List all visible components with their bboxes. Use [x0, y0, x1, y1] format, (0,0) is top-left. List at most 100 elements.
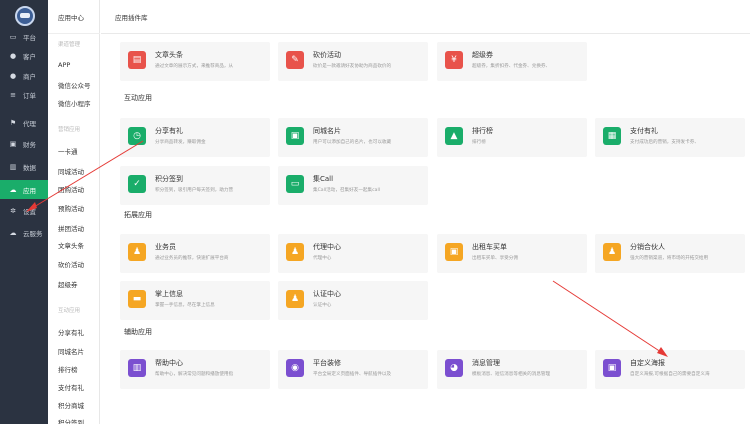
app-card-desc: 支付成功后的营销，支持发卡券、 — [630, 140, 699, 145]
sidebar-item-label: 代理 — [23, 119, 36, 128]
subnav-item[interactable]: 积分签到 — [58, 417, 84, 424]
bargain-icon: ✎ — [286, 51, 304, 69]
app-card[interactable]: ▬ 掌上信息 掌握一手信息，尽在掌上信息 — [120, 281, 270, 320]
app-card[interactable]: ✎ 砍价活动砍价是一款邀请好友协助为商品砍价的 — [278, 42, 428, 81]
app-card[interactable]: ¥ 超级券 超级券，集折扣券、代金券、兑换券、 — [437, 42, 587, 81]
app-card[interactable]: ▭ 集Call 集Call活动，召集好友一起集call — [278, 166, 428, 205]
app-card-desc: 出租车买单、享受分佣 — [472, 256, 518, 261]
subnav-item[interactable]: 超级券 — [58, 279, 78, 289]
app-card-desc: 积分签到，吸引用户每天签到，助力营 — [155, 188, 234, 193]
app-card[interactable]: ♟ 分销合伙人 强大的营销渠道，将市场的开拓交给用 — [595, 234, 745, 273]
app-card-title: 代理中心 — [313, 243, 341, 251]
app-card-title: 帮助中心 — [155, 359, 183, 367]
rank-icon: ▲ — [445, 127, 463, 145]
user-icon: ● — [9, 51, 17, 60]
taxi-icon: ▣ — [445, 243, 463, 261]
app-card-title: 分享有礼 — [155, 127, 183, 135]
poster-icon: ▣ — [603, 359, 621, 377]
app-card[interactable]: ▲ 排行榜 排行榜 — [437, 118, 587, 157]
subnav-item[interactable]: 同城活动 — [58, 166, 84, 176]
subnav-item[interactable]: 同城名片 — [58, 346, 84, 356]
app-card[interactable]: ◕ 消息管理模板消息、短信消息等相关的消息管理 — [437, 350, 587, 389]
app-card-title: 业务员 — [155, 243, 176, 251]
app-card-desc: 自定义海报,可根据自己的需要自定义海 — [630, 372, 710, 377]
app-card[interactable]: ♟ 业务员 通过业务员的推荐，快速扩展平台商 — [120, 234, 270, 273]
sidebar-item-label: 财务 — [23, 140, 36, 149]
subnav-item[interactable]: 砍价活动 — [58, 259, 84, 269]
app-card-title: 平台装修 — [313, 359, 341, 367]
subnav-item[interactable]: 微信小程序 — [58, 98, 91, 108]
flag-icon: ⚑ — [9, 118, 17, 127]
app-card-desc: 帮助中心，解决常见问题和播放使用指 — [155, 372, 234, 377]
subnav-item[interactable]: 一卡通 — [58, 146, 78, 156]
sidebar-item-label: 客户 — [23, 52, 36, 61]
sidebar-item-label: 商户 — [23, 72, 36, 81]
subnav-item[interactable]: 积分商城 — [58, 400, 84, 410]
app-card[interactable]: ♟ 代理中心 代理中心 — [278, 234, 428, 273]
message-icon: ▬ — [128, 290, 146, 308]
subnav-item[interactable]: 拼团活动 — [58, 223, 84, 233]
app-card[interactable]: ▣ 出租车买单出租车买单、享受分佣 — [437, 234, 587, 273]
sidebar-item-3[interactable]: ≡ 订单 — [0, 85, 48, 104]
sidebar-item-7[interactable]: ☁ 应用 — [0, 180, 48, 199]
logo — [15, 6, 35, 26]
subnav-item[interactable]: 预购活动 — [58, 203, 84, 213]
section-title: 拓展应用 — [124, 211, 152, 219]
list-icon: ≡ — [10, 90, 16, 99]
sidebar-item-4[interactable]: ⚑ 代理 — [0, 113, 48, 132]
sidebar-item-label: 云服务 — [23, 229, 43, 238]
cloud-icon: ☁ — [9, 228, 17, 237]
subnav-group-label: 营销应用 — [58, 127, 81, 133]
call-icon: ▭ — [286, 175, 304, 193]
page-header: 应用插件库 — [101, 0, 750, 34]
sidebar-item-6[interactable]: ▥ 数据 — [0, 157, 48, 176]
app-card[interactable]: ▣ 自定义海报 自定义海报,可根据自己的需要自定义海 — [595, 350, 745, 389]
sidebar-item-label: 数据 — [23, 163, 36, 172]
app-card-title: 超级券 — [472, 51, 493, 59]
subnav-item[interactable]: 排行榜 — [58, 364, 78, 374]
certify-icon: ♟ — [286, 290, 304, 308]
app-card[interactable]: ◷ 分享有礼 分享商品转发，赚取佣金 — [120, 118, 270, 157]
app-card-title: 出租车买单 — [472, 243, 507, 251]
app-card-title: 同城名片 — [313, 127, 341, 135]
gear-icon: ✲ — [10, 206, 16, 215]
app-card-desc: 通过文章的展示方式，来推荐商品，从 — [155, 64, 234, 69]
app-card[interactable]: ✓ 积分签到 积分签到，吸引用户每天签到，助力营 — [120, 166, 270, 205]
app-card-desc: 平台全局定义页面插件、导航插件以及 — [313, 372, 392, 377]
app-card[interactable]: ▣ 同城名片用户可以添加自己的名片，也可以收藏 — [278, 118, 428, 157]
sidebar-item-9[interactable]: ☁ 云服务 — [0, 223, 48, 242]
app-card[interactable]: ▤ 文章头条 通过文章的展示方式，来推荐商品，从 — [120, 42, 270, 81]
coupon-icon: ¥ — [445, 51, 463, 69]
sidebar-item-0[interactable]: ▭ 平台 — [0, 27, 48, 46]
subnav-item[interactable]: 团购活动 — [58, 184, 84, 194]
app-card-title: 认证中心 — [313, 290, 341, 298]
app-card-title: 集Call — [313, 175, 334, 183]
app-card-desc: 掌握一手信息，尽在掌上信息 — [155, 303, 215, 308]
page-title: 应用插件库 — [115, 13, 148, 22]
app-card[interactable]: ▥ 帮助中心 帮助中心，解决常见问题和播放使用指 — [120, 350, 270, 389]
app-card-desc: 模板消息、短信消息等相关的消息管理 — [472, 372, 551, 377]
subnav-item[interactable]: 支付有礼 — [58, 382, 84, 392]
app-card-title: 砍价活动 — [313, 51, 341, 59]
agent-icon: ♟ — [286, 243, 304, 261]
card-icon: ▣ — [286, 127, 304, 145]
app-card-title: 消息管理 — [472, 359, 500, 367]
app-card[interactable]: ▦ 支付有礼 支付成功后的营销，支持发卡券、 — [595, 118, 745, 157]
subnav-item[interactable]: 分享有礼 — [58, 327, 84, 337]
app-card[interactable]: ♟ 认证中心 认证中心 — [278, 281, 428, 320]
sidebar-item-2[interactable]: ● 商户 — [0, 66, 48, 85]
subnav-item[interactable]: APP — [58, 61, 70, 69]
app-card[interactable]: ◉ 平台装修 平台全局定义页面插件、导航插件以及 — [278, 350, 428, 389]
sidebar-item-label: 平台 — [23, 33, 36, 42]
sidebar-item-5[interactable]: ▣ 财务 — [0, 134, 48, 153]
sidebar-item-8[interactable]: ✲ 设置 — [0, 201, 48, 220]
app-card-desc: 砍价是一款邀请好友协助为商品砍价的 — [313, 64, 392, 69]
users-icon: ● — [9, 71, 17, 80]
chat-icon: ◕ — [445, 359, 463, 377]
subnav-item[interactable]: 微信公众号 — [58, 80, 91, 90]
sidebar-item-1[interactable]: ● 客户 — [0, 46, 48, 65]
app-card-title: 积分签到 — [155, 175, 183, 183]
subnav-item[interactable]: 文章头条 — [58, 240, 84, 250]
app-card-desc: 用户可以添加自己的名片，也可以收藏 — [313, 140, 392, 145]
section-title: 辅助应用 — [124, 328, 152, 336]
